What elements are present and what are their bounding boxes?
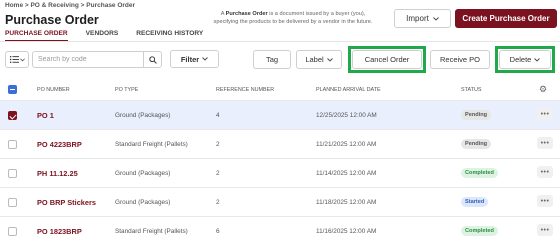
planned-arrival-date: 11/21/2025 12:00 AM bbox=[316, 141, 377, 148]
more-actions-icon[interactable]: ••• bbox=[537, 137, 553, 149]
planned-arrival-date: 12/25/2025 12:00 AM bbox=[316, 112, 377, 119]
purchase-order-page: Home > PO & Receiving > Purchase Order P… bbox=[0, 0, 560, 244]
chevron-down-icon bbox=[19, 57, 25, 61]
table-row[interactable]: PO 1 Ground (Packages) 4 12/25/2025 12:0… bbox=[0, 100, 560, 129]
table-header: PO NUMBER PO TYPE REFERENCE NUMBER PLANN… bbox=[0, 79, 560, 100]
filter-label: Filter bbox=[180, 54, 200, 64]
more-actions-icon[interactable]: ••• bbox=[537, 224, 553, 236]
po-type: Standard Freight (Pallets) bbox=[115, 228, 188, 235]
select-all-checkbox[interactable] bbox=[8, 85, 17, 94]
more-actions-icon[interactable]: ••• bbox=[537, 166, 553, 178]
breadcrumb: Home > PO & Receiving > Purchase Order bbox=[5, 2, 136, 9]
import-button[interactable]: Import bbox=[394, 9, 451, 28]
import-label: Import bbox=[406, 14, 429, 23]
planned-arrival-date: 11/14/2025 12:00 AM bbox=[316, 170, 377, 177]
status-badge: Completed bbox=[461, 168, 498, 178]
column-po-type[interactable]: PO TYPE bbox=[115, 87, 138, 93]
row-checkbox[interactable] bbox=[8, 140, 17, 149]
highlight-cancel-order bbox=[348, 46, 426, 73]
po-number-link[interactable]: PO 1823BRP bbox=[37, 227, 82, 236]
page-description: A Purchase Order is a document issued by… bbox=[213, 11, 373, 25]
search-button[interactable] bbox=[143, 52, 161, 67]
column-planned-arrival-date[interactable]: PLANNED ARRIVAL DATE bbox=[316, 87, 381, 93]
gear-icon[interactable]: ⚙ bbox=[539, 84, 547, 95]
row-checkbox[interactable] bbox=[8, 227, 17, 236]
status-badge: Pending bbox=[461, 139, 492, 149]
search-icon bbox=[148, 55, 157, 64]
row-checkbox[interactable] bbox=[8, 111, 17, 120]
status-badge: Pending bbox=[461, 110, 492, 120]
po-type: Ground (Packages) bbox=[115, 199, 171, 206]
column-po-number[interactable]: PO NUMBER bbox=[37, 87, 70, 93]
planned-arrival-date: 11/16/2025 12:00 AM bbox=[316, 228, 377, 235]
chevron-down-icon bbox=[326, 57, 333, 62]
filter-button[interactable]: Filter bbox=[170, 50, 219, 68]
column-status[interactable]: STATUS bbox=[461, 87, 481, 93]
label-button-text: Label bbox=[305, 55, 324, 64]
po-type: Standard Freight (Pallets) bbox=[115, 141, 188, 148]
po-type: Ground (Packages) bbox=[115, 170, 171, 177]
po-type: Ground (Packages) bbox=[115, 112, 171, 119]
po-number-link[interactable]: PO 1 bbox=[37, 111, 54, 120]
view-options-button[interactable] bbox=[5, 51, 29, 68]
table-row[interactable]: PO 4223BRP Standard Freight (Pallets) 2 … bbox=[0, 129, 560, 158]
column-reference-number[interactable]: REFERENCE NUMBER bbox=[216, 87, 274, 93]
reference-number: 6 bbox=[216, 228, 220, 235]
reference-number: 2 bbox=[216, 141, 220, 148]
reference-number: 2 bbox=[216, 170, 220, 177]
create-purchase-order-button[interactable]: Create Purchase Order bbox=[455, 9, 557, 28]
chevron-down-icon bbox=[202, 57, 208, 61]
more-actions-icon[interactable]: ••• bbox=[537, 108, 553, 120]
table-row[interactable]: PO BRP Stickers Ground (Packages) 2 11/1… bbox=[0, 187, 560, 216]
planned-arrival-date: 11/18/2025 12:00 AM bbox=[316, 199, 377, 206]
search-box bbox=[32, 51, 162, 68]
po-number-link[interactable]: PO 4223BRP bbox=[37, 140, 82, 149]
table-row[interactable]: PO 1823BRP Standard Freight (Pallets) 6 … bbox=[0, 216, 560, 244]
highlight-delete bbox=[495, 46, 555, 73]
receive-po-button[interactable]: Receive PO bbox=[430, 50, 490, 69]
list-icon bbox=[9, 56, 19, 63]
reference-number: 4 bbox=[216, 112, 220, 119]
status-badge: Started bbox=[461, 197, 489, 207]
more-actions-icon[interactable]: ••• bbox=[537, 195, 553, 207]
reference-number: 2 bbox=[216, 199, 220, 206]
row-checkbox[interactable] bbox=[8, 198, 17, 207]
label-button[interactable]: Label bbox=[296, 50, 342, 69]
tabs-divider bbox=[0, 41, 560, 42]
chevron-down-icon bbox=[433, 16, 439, 21]
search-input[interactable] bbox=[33, 52, 143, 67]
row-checkbox[interactable] bbox=[8, 169, 17, 178]
tag-button[interactable]: Tag bbox=[253, 50, 291, 69]
po-number-link[interactable]: PO BRP Stickers bbox=[37, 198, 96, 207]
page-title: Purchase Order bbox=[5, 13, 99, 27]
table-row[interactable]: PH 11.12.25 Ground (Packages) 2 11/14/20… bbox=[0, 158, 560, 187]
status-badge: Completed bbox=[461, 226, 498, 236]
po-number-link[interactable]: PH 11.12.25 bbox=[37, 169, 78, 178]
